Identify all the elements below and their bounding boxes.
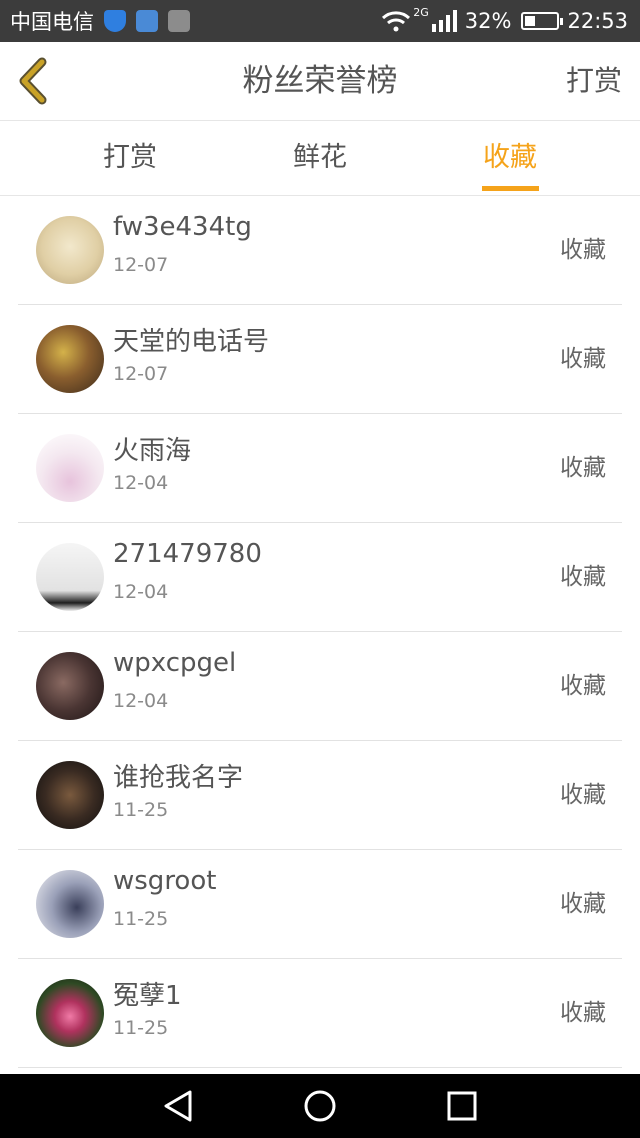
avatar[interactable] — [36, 216, 104, 284]
carrier-label: 中国电信 — [10, 10, 94, 34]
avatar[interactable] — [36, 543, 104, 611]
item-date: 11-25 — [113, 1017, 169, 1039]
status-bar-right: 2G 32% 22:53 — [373, 0, 628, 42]
item-date: 12-07 — [113, 363, 169, 385]
status-bar-left: 中国电信 — [10, 0, 200, 42]
item-action-label: 收藏 — [560, 782, 606, 808]
header: 粉丝荣誉榜 打赏 — [0, 42, 640, 121]
user-name: 天堂的电话号 — [113, 327, 270, 357]
system-nav-bar — [0, 1074, 640, 1138]
active-tab-indicator — [482, 186, 539, 191]
clock: 22:53 — [567, 9, 628, 33]
back-triangle-icon[interactable] — [160, 1088, 196, 1124]
tab-flowers[interactable]: 鲜花 — [270, 121, 370, 195]
network-type-label: 2G — [413, 5, 429, 19]
fan-list: fw3e434tg 12-07 收藏 天堂的电话号 12-07 收藏 火雨海 1… — [18, 196, 622, 1068]
avatar[interactable] — [36, 652, 104, 720]
item-action-label: 收藏 — [560, 346, 606, 372]
item-date: 12-04 — [113, 690, 169, 712]
tab-reward[interactable]: 打赏 — [80, 121, 180, 195]
item-action-label: 收藏 — [560, 891, 606, 917]
list-item[interactable]: fw3e434tg 12-07 收藏 — [18, 196, 622, 305]
list-item[interactable]: 天堂的电话号 12-07 收藏 — [18, 305, 622, 414]
status-bar: 中国电信 2G 32% 22:53 — [0, 0, 640, 42]
wifi-icon — [382, 11, 411, 32]
recents-square-icon[interactable] — [444, 1088, 480, 1124]
item-date: 12-04 — [113, 472, 169, 494]
user-name: wsgroot — [113, 866, 217, 896]
avatar[interactable] — [36, 761, 104, 829]
page-title: 粉丝荣誉榜 — [242, 63, 398, 99]
user-name: 火雨海 — [113, 436, 192, 466]
battery-icon — [521, 12, 564, 30]
list-item[interactable]: wsgroot 11-25 收藏 — [18, 850, 622, 959]
battery-percent: 32% — [464, 9, 512, 33]
user-name: 冤孽1 — [113, 981, 182, 1011]
list-item[interactable]: 火雨海 12-04 收藏 — [18, 414, 622, 523]
list-item[interactable]: 冤孽1 11-25 收藏 — [18, 959, 622, 1068]
item-action-label: 收藏 — [560, 564, 606, 590]
reward-button[interactable]: 打赏 — [566, 42, 622, 120]
list-item[interactable]: wpxcpgel 12-04 收藏 — [18, 632, 622, 741]
user-name: wpxcpgel — [113, 648, 237, 678]
item-action-label: 收藏 — [560, 237, 606, 263]
tab-bar: 打赏 鲜花 收藏 — [0, 121, 640, 196]
tab-favorites[interactable]: 收藏 — [460, 121, 560, 195]
item-action-label: 收藏 — [560, 455, 606, 481]
avatar[interactable] — [36, 325, 104, 393]
avatar[interactable] — [36, 870, 104, 938]
list-item[interactable]: 271479780 12-04 收藏 — [18, 523, 622, 632]
user-name: fw3e434tg — [113, 212, 252, 242]
item-date: 11-25 — [113, 908, 169, 930]
message-icon — [136, 10, 158, 32]
item-date: 11-25 — [113, 799, 169, 821]
item-date: 12-04 — [113, 581, 169, 603]
item-action-label: 收藏 — [560, 673, 606, 699]
user-name: 谁抢我名字 — [113, 763, 244, 793]
shield-icon — [104, 10, 126, 32]
image-icon — [168, 10, 190, 32]
battery-level — [525, 16, 536, 26]
list-item[interactable]: 谁抢我名字 11-25 收藏 — [18, 741, 622, 850]
item-date: 12-07 — [113, 254, 169, 276]
avatar[interactable] — [36, 979, 104, 1047]
home-circle-icon[interactable] — [302, 1088, 338, 1124]
item-action-label: 收藏 — [560, 1000, 606, 1026]
avatar[interactable] — [36, 434, 104, 502]
user-name: 271479780 — [113, 539, 262, 569]
signal-icon — [431, 10, 457, 32]
